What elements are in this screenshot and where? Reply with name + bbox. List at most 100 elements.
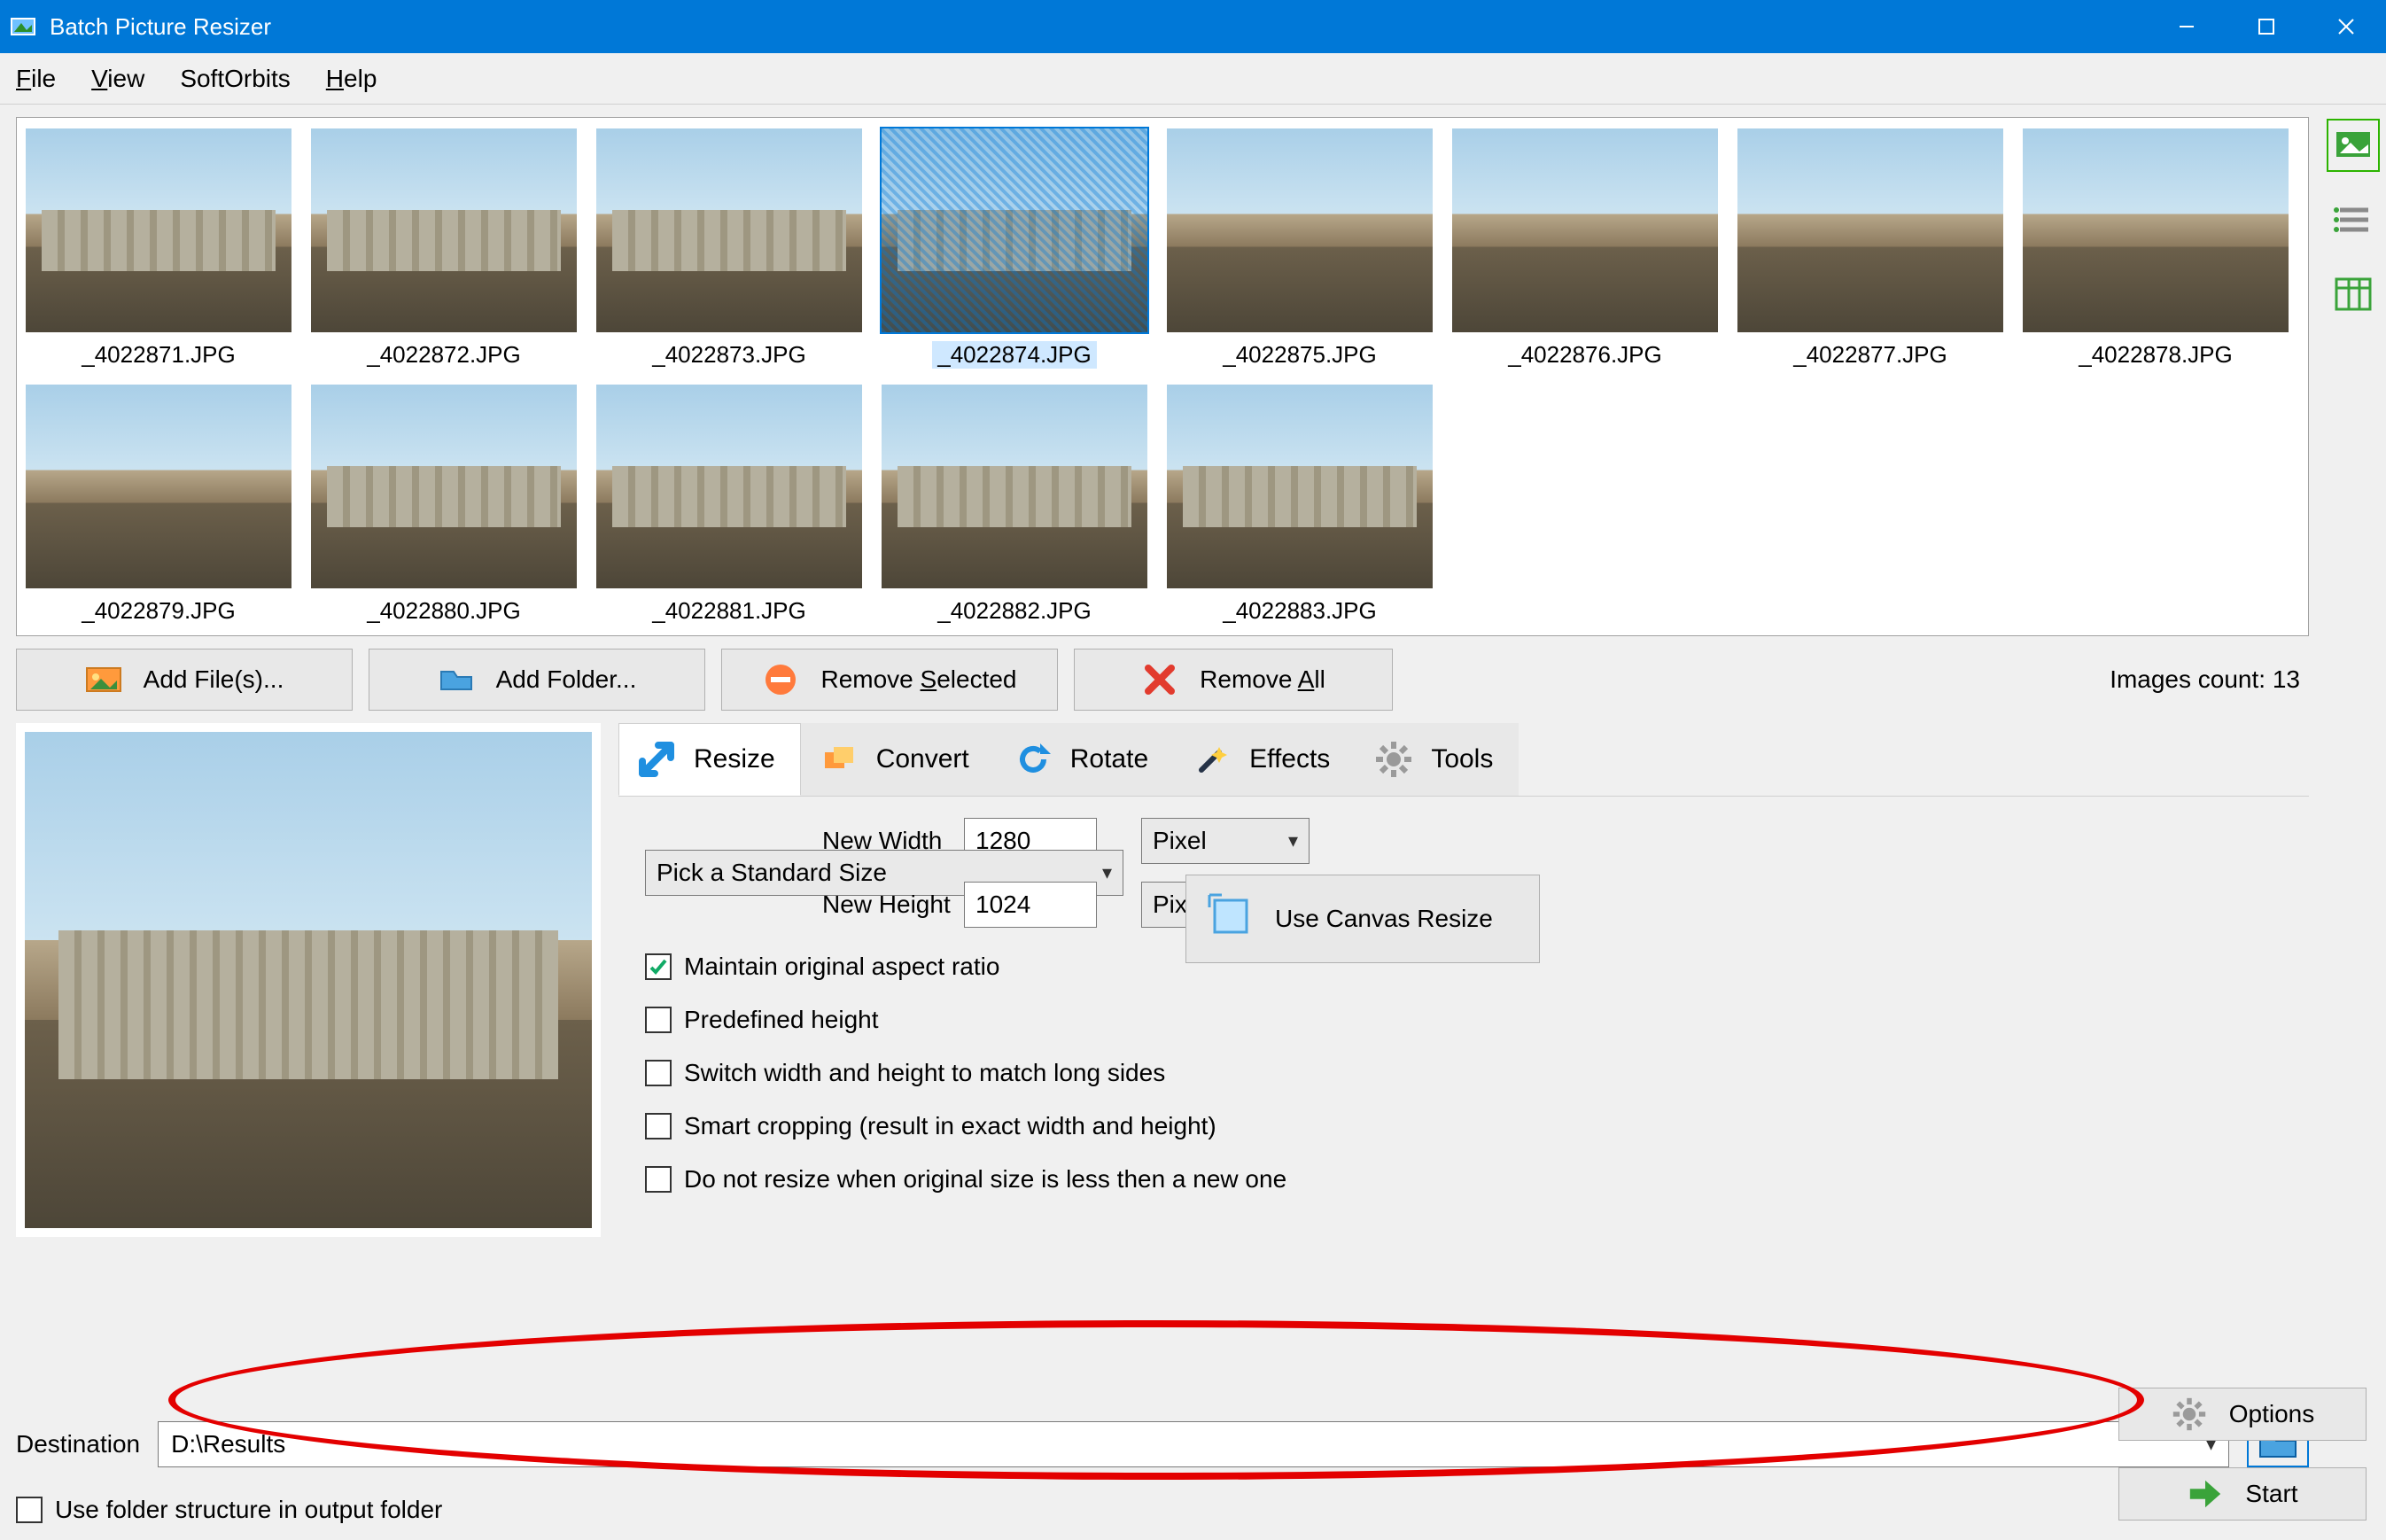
thumbnail-image — [596, 385, 862, 588]
view-thumbnails-button[interactable] — [2327, 119, 2380, 172]
view-details-button[interactable] — [2327, 268, 2380, 321]
start-button[interactable]: Start — [2118, 1467, 2367, 1521]
add-file-button[interactable]: Add File(s)... — [16, 649, 353, 711]
thumbnail-filename: _4022872.JPG — [367, 341, 520, 369]
tab-resize-label: Resize — [694, 744, 775, 774]
thumbnail[interactable]: _4022872.JPG — [311, 128, 577, 369]
thumbnail-image — [882, 128, 1147, 332]
tab-effects-label: Effects — [1249, 744, 1330, 774]
app-icon — [9, 12, 37, 41]
resize-icon — [635, 738, 678, 781]
thumbnail-image — [1167, 385, 1433, 588]
predefined-height-checkbox[interactable]: Predefined height — [645, 1006, 2291, 1034]
remove-selected-label: Remove Selected — [820, 665, 1016, 694]
thumbnail-image — [1167, 128, 1433, 332]
thumbnail-filename: _4022879.JPG — [82, 597, 235, 625]
convert-icon — [818, 738, 860, 781]
tab-rotate-label: Rotate — [1070, 744, 1148, 774]
thumbnail[interactable]: _4022878.JPG — [2023, 128, 2289, 369]
delete-all-icon — [1141, 661, 1178, 698]
thumbnail-filename: _4022875.JPG — [1223, 341, 1376, 369]
thumbnail[interactable]: _4022879.JPG — [26, 385, 291, 625]
switch-wh-checkbox[interactable]: Switch width and height to match long si… — [645, 1059, 2291, 1087]
wand-icon — [1191, 738, 1233, 781]
thumbnail-filename: _4022881.JPG — [652, 597, 805, 625]
chevron-down-icon — [1288, 829, 1298, 852]
window-controls — [2147, 0, 2386, 53]
picture-icon — [85, 661, 122, 698]
tab-rotate[interactable]: Rotate — [995, 723, 1174, 796]
thumbnail-filename: _4022877.JPG — [1793, 341, 1947, 369]
menu-file[interactable]: File — [16, 65, 56, 93]
destination-row: Destination D:\Results — [16, 1421, 2309, 1467]
thumbnail[interactable]: _4022873.JPG — [596, 128, 862, 369]
thumbnail[interactable]: _4022883.JPG — [1167, 385, 1433, 625]
thumbnail[interactable]: _4022881.JPG — [596, 385, 862, 625]
start-label: Start — [2245, 1480, 2297, 1508]
thumbnail-image — [2023, 128, 2289, 332]
smart-cropping-checkbox[interactable]: Smart cropping (result in exact width an… — [645, 1112, 2291, 1140]
options-label: Options — [2229, 1400, 2315, 1428]
tab-tools-label: Tools — [1431, 744, 1493, 774]
close-button[interactable] — [2306, 0, 2386, 53]
thumbnail[interactable]: _4022880.JPG — [311, 385, 577, 625]
view-mode-rail — [2320, 105, 2386, 1540]
maximize-button[interactable] — [2227, 0, 2306, 53]
images-count: Images count: 13 — [2110, 665, 2309, 694]
thumbnail-filename: _4022871.JPG — [82, 341, 235, 369]
thumbnail-image — [311, 128, 577, 332]
thumbnail-filename: _4022873.JPG — [652, 341, 805, 369]
thumbnail[interactable]: _4022876.JPG — [1452, 128, 1718, 369]
thumbnail-filename: _4022876.JPG — [1508, 341, 1661, 369]
thumbnail[interactable]: _4022874.JPG — [882, 128, 1147, 369]
minimize-button[interactable] — [2147, 0, 2227, 53]
new-height-label: New Height — [822, 891, 964, 919]
add-file-label: Add File(s)... — [144, 665, 284, 694]
thumbnail-filename: _4022874.JPG — [932, 341, 1096, 369]
thumbnail[interactable]: _4022875.JPG — [1167, 128, 1433, 369]
destination-label: Destination — [16, 1430, 140, 1458]
thumbnail-filename: _4022882.JPG — [937, 597, 1091, 625]
remove-all-button[interactable]: Remove All — [1074, 649, 1393, 711]
preview-pane — [16, 723, 601, 1237]
options-button[interactable]: Options — [2118, 1388, 2367, 1441]
thumbnail-gallery: _4022871.JPG _4022872.JPG _4022873.JPG _402… — [16, 117, 2309, 636]
use-folder-structure-checkbox[interactable]: Use folder structure in output folder — [16, 1496, 2309, 1524]
remove-selected-button[interactable]: Remove Selected — [721, 649, 1058, 711]
folder-open-icon — [438, 661, 475, 698]
gear-icon — [2171, 1396, 2208, 1433]
tabs: Resize Convert Rotate Effects — [618, 723, 2309, 796]
no-resize-smaller-checkbox[interactable]: Do not resize when original size is less… — [645, 1165, 2291, 1194]
thumbnail-filename: _4022880.JPG — [367, 597, 520, 625]
menu-help[interactable]: Help — [326, 65, 377, 93]
resize-panel: New Width Pixel Pick a Standard Size New… — [618, 796, 2309, 1409]
thumbnail[interactable]: _4022877.JPG — [1737, 128, 2003, 369]
thumbnail-image — [311, 385, 577, 588]
menu-softorbits[interactable]: SoftOrbits — [180, 65, 290, 93]
titlebar: Batch Picture Resizer — [0, 0, 2386, 53]
rotate-icon — [1012, 738, 1054, 781]
destination-value: D:\Results — [171, 1430, 285, 1458]
tab-tools[interactable]: Tools — [1356, 723, 1519, 796]
tab-resize[interactable]: Resize — [618, 723, 801, 796]
destination-combobox[interactable]: D:\Results — [158, 1421, 2229, 1467]
use-canvas-resize-button[interactable]: Use Canvas Resize — [1185, 875, 1540, 963]
new-height-input[interactable] — [964, 882, 1097, 928]
thumbnail[interactable]: _4022871.JPG — [26, 128, 291, 369]
add-folder-button[interactable]: Add Folder... — [369, 649, 705, 711]
remove-icon — [762, 661, 799, 698]
chevron-down-icon — [1102, 861, 1112, 884]
tab-effects[interactable]: Effects — [1174, 723, 1356, 796]
view-list-button[interactable] — [2327, 193, 2380, 246]
thumbnail-filename: _4022878.JPG — [2079, 341, 2232, 369]
menu-view[interactable]: View — [91, 65, 144, 93]
thumbnail[interactable]: _4022882.JPG — [882, 385, 1147, 625]
width-unit-select[interactable]: Pixel — [1141, 818, 1310, 864]
canvas-resize-icon — [1206, 891, 1255, 947]
thumbnail-filename: _4022883.JPG — [1223, 597, 1376, 625]
use-canvas-resize-label: Use Canvas Resize — [1275, 905, 1493, 933]
preview-image — [25, 732, 592, 1228]
tab-convert[interactable]: Convert — [801, 723, 995, 796]
thumbnail-image — [26, 128, 291, 332]
start-arrow-icon — [2187, 1475, 2224, 1513]
